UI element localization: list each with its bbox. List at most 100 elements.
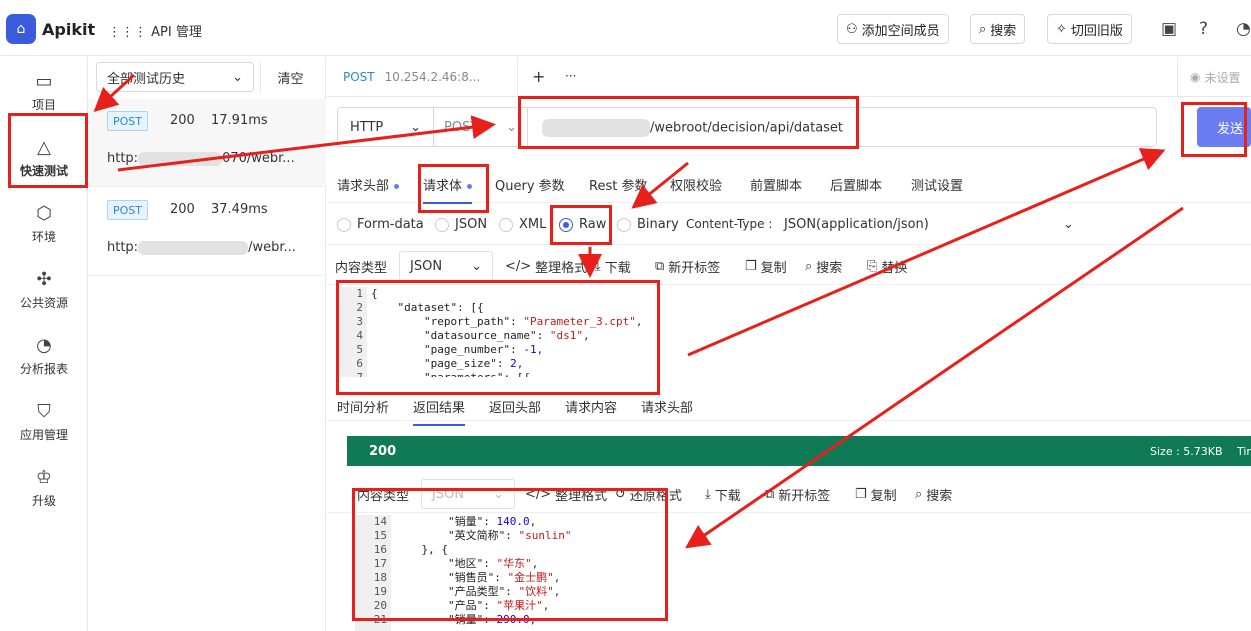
help-icon[interactable]: ? <box>1199 19 1208 39</box>
tab-request-content[interactable]: 请求内容 <box>565 397 617 416</box>
status-code: 200 <box>369 443 397 459</box>
format-button[interactable]: </> 整理格式 <box>505 257 587 276</box>
annotation-box-request-body <box>336 280 660 395</box>
download-button[interactable]: ⤓ 下载 <box>705 485 741 504</box>
search-button[interactable]: ⌕ 搜索 <box>805 257 842 276</box>
tab-request-headers-resp[interactable]: 请求头部 <box>641 397 693 416</box>
tab-pre-script[interactable]: 前置脚本 <box>750 175 802 194</box>
content-type-select[interactable]: JSON(application/json) ⌄ <box>784 217 1074 232</box>
new-tab-button[interactable]: ⧉ 新开标签 <box>655 257 720 276</box>
history-url: http: 070/webr... <box>107 151 295 166</box>
tab-time-analysis[interactable]: 时间分析 <box>337 397 389 416</box>
nav-item-analytics[interactable]: ◔ 分析报表 <box>0 327 88 387</box>
radio-xml[interactable]: XML <box>499 217 546 232</box>
history-panel: 全部测试历史 ⌄ 清空 POST 200 17.91ms http: 070/web… <box>88 57 326 631</box>
annotation-box-quick-test <box>8 113 88 188</box>
redacted-blur <box>138 151 223 166</box>
chevron-down-icon: ⌄ <box>471 258 482 274</box>
search-icon: ⌕ <box>805 259 813 274</box>
tab-query-params[interactable]: Query 参数 <box>495 175 565 194</box>
content-kind-select[interactable]: JSON ⌄ <box>399 251 493 281</box>
tab-auth[interactable]: 权限校验 <box>670 175 722 194</box>
protocol-select[interactable]: HTTP ⌄ <box>338 108 434 146</box>
annotation-box-send <box>1181 102 1247 157</box>
response-size: Size : 5.73KB <box>1150 444 1223 458</box>
puzzle-icon: ✣ <box>36 269 52 290</box>
nav-item-app-management[interactable]: ⛉ 应用管理 <box>0 393 88 453</box>
radio-binary[interactable]: Binary <box>617 217 679 232</box>
history-url: http:/webr... <box>107 240 296 255</box>
chevron-down-icon: ⌄ <box>506 119 517 135</box>
status-code: 200 <box>170 113 195 128</box>
clear-history-button[interactable]: 清空 <box>260 62 320 92</box>
response-time: Tir <box>1237 444 1251 458</box>
request-tab[interactable]: POST 10.254.2.46:8... <box>327 57 518 97</box>
history-filter-select[interactable]: 全部测试历史 ⌄ <box>96 62 254 92</box>
cube-icon: ⬡ <box>36 203 52 224</box>
search-button[interactable]: ⌕ 搜索 <box>915 485 952 504</box>
content-kind-label: 内容类型 <box>335 261 388 276</box>
download-icon: ⤓ <box>705 487 711 502</box>
tab-rest-params[interactable]: Rest 参数 <box>589 175 647 194</box>
tab-test-settings[interactable]: 测试设置 <box>911 175 963 194</box>
nav-item-environment[interactable]: ⬡ 环境 <box>0 195 88 255</box>
annotation-box-body-tab <box>418 164 489 213</box>
top-bar: ⌂ Apikit ⋮⋮⋮ API 管理 ⚇ 添加空间成员 ⌕ 搜索 ✧ 切回旧版 ▣ … <box>0 0 1251 56</box>
more-tabs-button[interactable]: ··· <box>565 69 576 83</box>
annotation-box-response <box>352 488 668 621</box>
add-tab-button[interactable]: + <box>532 67 545 86</box>
copy-button[interactable]: ❐ 复制 <box>745 257 787 276</box>
folder-icon: ▭ <box>35 71 53 92</box>
chevron-down-icon: ⌄ <box>232 69 243 85</box>
search-icon: ⌕ <box>979 21 987 37</box>
tab-request-headers[interactable]: 请求头部 <box>337 175 400 194</box>
method-select[interactable]: POST ⌄ <box>434 108 528 146</box>
request-tab-bar: POST 10.254.2.46:8... + ··· ◉ 未设置 <box>327 57 1251 97</box>
download-icon: ⤓ <box>595 259 601 274</box>
response-time: 17.91ms <box>211 113 268 128</box>
external-link-icon: ⧉ <box>765 487 775 502</box>
history-item[interactable]: POST 200 37.49ms http:/webr... <box>88 188 326 276</box>
code-icon: </> <box>505 259 532 274</box>
tab-response-result[interactable]: 返回结果 <box>413 397 466 426</box>
chevron-down-icon: ⌄ <box>410 119 421 135</box>
tab-post-script[interactable]: 后置脚本 <box>830 175 882 194</box>
shield-icon: ⛉ <box>37 401 51 422</box>
wand-icon: ✧ <box>1056 21 1067 37</box>
copy-button[interactable]: ❐ 复制 <box>855 485 897 504</box>
search-icon: ⌕ <box>915 487 923 502</box>
tab-response-headers[interactable]: 返回头部 <box>489 397 541 416</box>
method-badge: POST <box>107 111 148 131</box>
bell-icon[interactable]: ◔ <box>1236 19 1251 39</box>
add-user-icon: ⚇ <box>846 21 858 37</box>
external-link-icon: ⧉ <box>655 259 665 274</box>
method-badge: POST <box>107 200 148 220</box>
nav-item-public-resources[interactable]: ✣ 公共资源 <box>0 261 88 321</box>
content-type-label: Content-Type : <box>686 217 773 231</box>
radio-json[interactable]: JSON <box>435 217 487 232</box>
download-button[interactable]: ⤓ 下载 <box>595 257 631 276</box>
switch-old-version-button[interactable]: ✧ 切回旧版 <box>1047 14 1132 44</box>
apikit-logo: ⌂ <box>6 14 36 44</box>
replace-button[interactable]: ⎘ 替换 <box>867 257 907 276</box>
nav-item-upgrade[interactable]: ♔ 升级 <box>0 459 88 519</box>
history-item[interactable]: POST 200 17.91ms http: 070/webr... <box>88 99 326 187</box>
status-code: 200 <box>170 202 195 217</box>
copy-icon: ❐ <box>745 259 757 274</box>
copy-icon: ❐ <box>855 487 867 502</box>
response-time: 37.49ms <box>211 202 268 217</box>
response-status-bar: 200 Size : 5.73KB Tir <box>347 436 1251 466</box>
annotation-box-raw <box>550 205 612 245</box>
calendar-icon[interactable]: ▣ <box>1161 19 1177 39</box>
search-button[interactable]: ⌕ 搜索 <box>970 14 1026 44</box>
chevron-down-icon: ⌄ <box>1062 217 1074 232</box>
grid-icon: ⋮⋮⋮ <box>108 25 152 40</box>
new-tab-button[interactable]: ⧉ 新开标签 <box>765 485 830 504</box>
api-management-menu[interactable]: ⋮⋮⋮ API 管理 <box>108 21 202 40</box>
add-member-button[interactable]: ⚇ 添加空间成员 <box>837 14 949 44</box>
annotation-box-url <box>518 96 859 149</box>
brand-name: Apikit <box>42 20 96 39</box>
radio-form-data[interactable]: Form-data <box>337 217 424 232</box>
environment-setting[interactable]: ◉ 未设置 <box>1177 57 1251 97</box>
pie-chart-icon: ◔ <box>36 335 52 356</box>
